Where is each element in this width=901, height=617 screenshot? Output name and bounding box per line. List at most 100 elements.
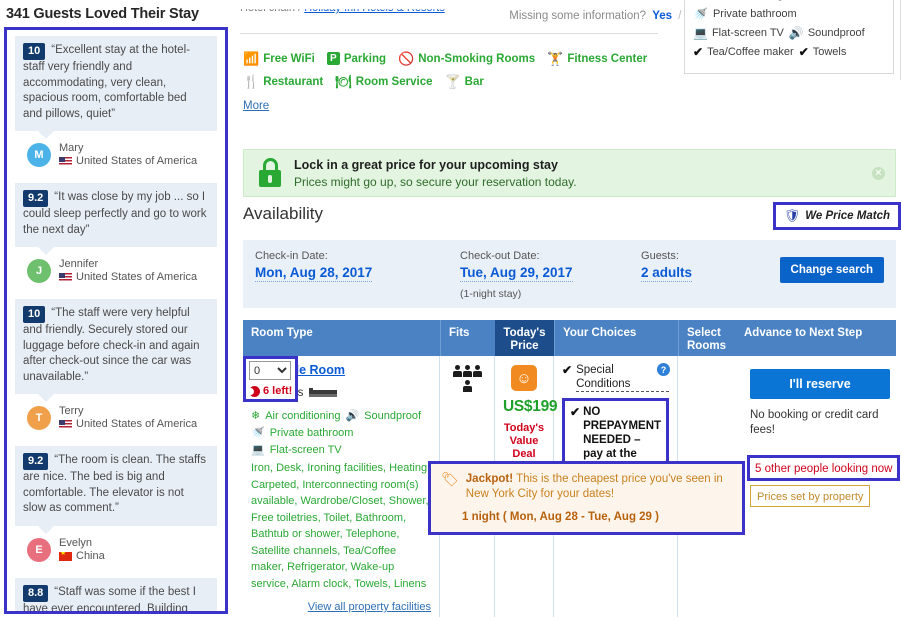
review-bubble: 10 “The staff were very helpful and frien… xyxy=(15,299,217,402)
reviews-highlight-box: 10 “Excellent stay at the hotel-staff ver… xyxy=(4,27,228,614)
search-summary-bar: Check-in Date: Mon, Aug 28, 2017 Check-o… xyxy=(243,240,896,308)
checkout-label: Check-out Date: xyxy=(460,250,540,262)
special-conditions-line[interactable]: ✔ Special Conditions xyxy=(562,363,669,392)
review-item: 10 “Excellent stay at the hotel-staff ver… xyxy=(7,36,225,177)
snowflake-icon: ❄ xyxy=(693,0,703,2)
flag-us-icon xyxy=(59,273,72,282)
facility-flat-screen-tv: 💻 Flat-screen TV xyxy=(693,26,784,40)
open-lock-icon xyxy=(258,158,284,188)
column-header-room-type: Room Type xyxy=(251,327,313,339)
amenity-label: Flat-screen TV xyxy=(269,443,342,456)
deal-icon: ☺ xyxy=(511,365,537,391)
guests-value[interactable]: 2 adults xyxy=(641,265,693,282)
facility-label: Air conditioning xyxy=(708,0,783,1)
facility-line: ✔ Tea/Coffee maker ✔ Towels xyxy=(693,45,885,59)
room-service-icon: 🍽 xyxy=(335,74,352,89)
parking-icon: P xyxy=(326,52,340,65)
review-bubble: 10 “Excellent stay at the hotel-staff ver… xyxy=(15,36,217,139)
facility-free-wifi[interactable]: 📶 Free WiFi xyxy=(243,52,315,65)
jackpot-strong: Jackpot! xyxy=(465,473,514,485)
prices-set-box: Prices set by property xyxy=(750,485,871,507)
bubble-tail xyxy=(37,393,55,402)
we-price-match-badge[interactable]: 🛡 We Price Match xyxy=(772,202,901,230)
hotel-chain-link[interactable]: Holiday Inn Hotels & Resorts xyxy=(304,9,445,14)
view-all-property-facilities-link[interactable]: View all property facilities xyxy=(251,601,431,613)
amenity-line: 💻 Flat-screen TV xyxy=(251,443,431,457)
avatar: J xyxy=(27,259,51,283)
facility-label: Restaurant xyxy=(263,75,324,88)
facilities-row-1: 📶 Free WiFi P Parking 🚫 Non-Smoking Room… xyxy=(243,52,673,65)
facility-bar[interactable]: 🍸 Bar xyxy=(444,75,483,88)
bubble-tail xyxy=(37,246,55,255)
person-icon xyxy=(452,365,462,377)
amenity-label: Air conditioning xyxy=(265,409,341,422)
rooms-left-badge: 6 left! xyxy=(249,385,292,397)
facility-line: 🚿 Private bathroom xyxy=(693,7,885,21)
flag-us-icon xyxy=(59,157,72,166)
person-icon xyxy=(462,365,472,377)
facility-soundproof: 🔊 Soundproof xyxy=(789,26,865,40)
missing-info-yes-link[interactable]: Yes xyxy=(652,10,672,22)
facility-label: Flat-screen TV xyxy=(711,27,784,39)
reviewer-name: Terry xyxy=(59,405,84,417)
facility-non-smoking-rooms[interactable]: 🚫 Non-Smoking Rooms xyxy=(398,52,535,65)
facility-label: Fitness Center xyxy=(567,52,648,65)
checkin-date-value[interactable]: Mon, Aug 28, 2017 xyxy=(255,265,373,282)
review-bubble: 9.2 “The room is clean. The staffs are ni… xyxy=(15,446,217,534)
review-quote: “The staff were very helpful and friendl… xyxy=(23,307,200,383)
speaker-icon: 🔊 xyxy=(345,410,360,422)
facility-room-service[interactable]: 🍽 Room Service xyxy=(335,75,432,88)
facility-label: Towels xyxy=(812,46,847,58)
review-score: 9.2 xyxy=(23,453,49,470)
check-icon: ✔ xyxy=(693,45,704,59)
checkout-date-value[interactable]: Tue, Aug 29, 2017 xyxy=(460,265,573,282)
facility-restaurant[interactable]: 🍴 Restaurant xyxy=(243,75,323,88)
review-quote: “The room is clean. The staffs are nice.… xyxy=(23,454,206,514)
reviewer-country: United States of America xyxy=(59,155,197,168)
tv-icon: 💻 xyxy=(693,26,708,40)
person-icon xyxy=(472,365,482,377)
guest-reviews-panel: 341 Guests Loved Their Stay 10 “Excellent… xyxy=(0,0,232,617)
room-quantity-select[interactable]: 0 xyxy=(249,361,291,380)
help-icon[interactable]: ? xyxy=(657,363,670,376)
ill-reserve-button[interactable]: I'll reserve xyxy=(750,369,890,399)
flag-cn-icon xyxy=(59,551,72,561)
special-conditions-label: Special Conditions xyxy=(576,363,669,392)
review-score: 10 xyxy=(23,306,46,323)
review-score: 10 xyxy=(23,43,46,60)
availability-table: Room Type Fits Today's Price Your Choice… xyxy=(243,320,901,617)
facility-towels: ✔ Towels xyxy=(799,45,847,59)
check-icon: ✔ xyxy=(798,45,809,59)
facility-label: Private bathroom xyxy=(712,8,797,20)
facility-parking[interactable]: P Parking xyxy=(326,52,387,65)
review-quote: “It was close by my job ... so I could s… xyxy=(23,191,207,236)
reviewer-country: United States of America xyxy=(59,418,197,431)
close-icon[interactable]: ✕ xyxy=(872,167,885,180)
lock-banner-title: Lock in a great price for your upcoming … xyxy=(294,157,558,172)
more-facilities-link[interactable]: More xyxy=(243,100,269,112)
change-search-button[interactable]: Change search xyxy=(779,257,884,283)
dumbbell-icon: 🏋 xyxy=(547,51,564,66)
facility-line: ❄ Air conditioning xyxy=(693,0,885,2)
speaker-icon: 🔊 xyxy=(788,26,804,40)
price-lock-banner: Lock in a great price for your upcoming … xyxy=(243,149,896,197)
country-label: China xyxy=(76,549,105,562)
rooms-left-label: 6 left! xyxy=(263,385,293,397)
facility-fitness-center[interactable]: 🏋 Fitness Center xyxy=(547,52,647,65)
jackpot-nights-label: 1 night ( Mon, Aug 28 - Tue, Aug 29 ) xyxy=(462,511,659,523)
facility-label: Parking xyxy=(343,52,387,65)
review-bubble: 9.2 “It was close by my job ... so I coul… xyxy=(15,183,217,255)
facility-label: Free WiFi xyxy=(263,52,315,65)
people-looking-now-label: 5 other people looking now xyxy=(755,463,893,475)
reviewer-country: United States of America xyxy=(59,271,197,284)
facility-label: Room Service xyxy=(355,75,433,88)
reviewer-name: Jennifer xyxy=(59,258,99,270)
missing-info-separator: / xyxy=(678,10,682,22)
bubble-tail xyxy=(37,524,55,534)
avatar: T xyxy=(27,406,51,430)
facility-tea-coffee-maker: ✔ Tea/Coffee maker xyxy=(693,45,794,59)
bed-icon xyxy=(309,387,338,399)
person-icon xyxy=(462,380,472,392)
restaurant-icon: 🍴 xyxy=(243,74,260,89)
checkin-block: Check-in Date: Mon, Aug 28, 2017 xyxy=(255,250,460,282)
